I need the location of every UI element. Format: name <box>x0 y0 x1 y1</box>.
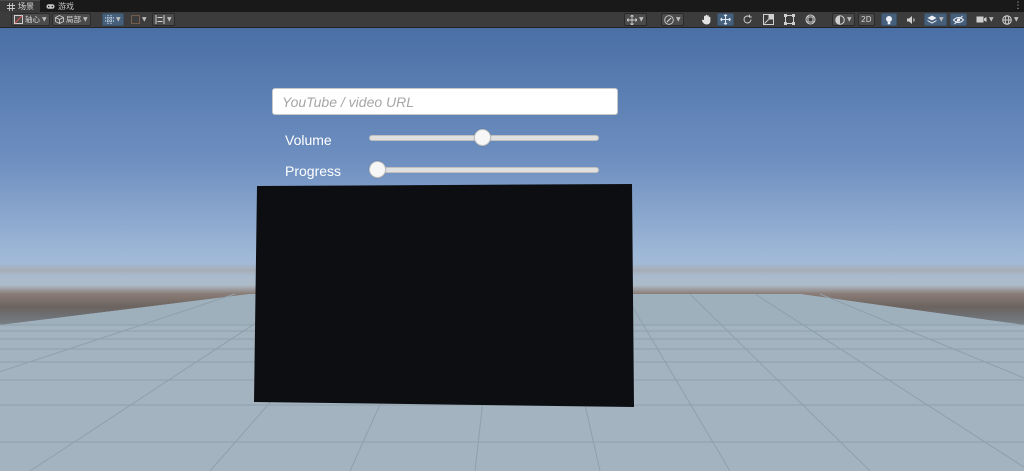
chevron-down-icon: ▼ <box>142 16 147 23</box>
rotate-tool-button[interactable] <box>739 13 756 26</box>
chevron-down-icon: ▼ <box>989 16 994 23</box>
more-options-icon[interactable]: ⋮ <box>1012 0 1024 12</box>
scene-visibility-toggle[interactable] <box>950 13 967 26</box>
chevron-down-icon: ▼ <box>167 16 172 23</box>
chevron-down-icon: ▼ <box>939 16 944 23</box>
chevron-down-icon: ▼ <box>42 16 47 23</box>
increment-snap-button[interactable]: ▼ <box>128 13 150 26</box>
transform-icon <box>805 14 816 25</box>
video-url-input[interactable]: YouTube / video URL <box>272 88 618 115</box>
scene-toolbar: 轴心 ▼ 局部 ▼ ▼ ▼ ▼ ▼ ▼ ▼ 2D ▼ ▼ ▼ <box>0 12 1024 28</box>
local-dropdown[interactable]: 局部 ▼ <box>52 13 91 26</box>
progress-slider-thumb[interactable] <box>369 161 386 178</box>
grid-snap-icon <box>105 15 114 24</box>
audio-icon <box>907 15 915 24</box>
mode-2d-toggle[interactable]: 2D <box>858 13 875 26</box>
pivot-dropdown[interactable]: 轴心 ▼ <box>11 13 50 26</box>
progress-slider[interactable] <box>369 160 599 180</box>
rect-tool-button[interactable] <box>781 13 798 26</box>
video-url-placeholder: YouTube / video URL <box>282 93 415 110</box>
hand-icon <box>701 14 711 25</box>
compass-icon <box>664 14 674 25</box>
progress-label: Progress <box>285 163 342 179</box>
chevron-down-icon: ▼ <box>1014 16 1019 23</box>
volume-label: Volume <box>285 132 332 148</box>
mode-2d-label: 2D <box>861 15 872 24</box>
snap-increment-icon <box>131 15 140 24</box>
grid-icon <box>6 2 15 11</box>
gamepad-icon <box>46 2 55 10</box>
move-gizmo-dropdown[interactable]: ▼ <box>624 13 647 26</box>
local-label: 局部 <box>66 15 81 24</box>
hand-tool-button[interactable] <box>698 13 715 26</box>
chevron-down-icon: ▼ <box>676 16 681 23</box>
tab-scene-label: 场景 <box>18 2 34 11</box>
eye-slash-icon <box>953 15 964 24</box>
volume-slider[interactable] <box>369 128 599 148</box>
transform-tool-button[interactable] <box>802 13 819 26</box>
scale-tool-button[interactable] <box>760 13 777 26</box>
tab-game-label: 游戏 <box>58 1 74 11</box>
volume-slider-thumb[interactable] <box>473 129 491 146</box>
move-tool-button[interactable] <box>717 13 734 26</box>
align-icon <box>155 15 165 24</box>
chevron-down-icon: ▼ <box>116 16 121 23</box>
tab-game[interactable]: 游戏 <box>40 0 80 12</box>
rotate-icon <box>743 14 752 24</box>
rect-tool-icon <box>784 14 795 25</box>
effects-dropdown[interactable]: ▼ <box>924 13 947 26</box>
pivot-label: 轴心 <box>25 15 40 24</box>
lighting-toggle[interactable] <box>881 13 897 26</box>
cube-icon <box>55 15 64 24</box>
progress-slider-track[interactable] <box>369 167 599 173</box>
move-tool-icon <box>627 14 637 25</box>
chevron-down-icon: ▼ <box>847 16 852 23</box>
view-options-dropdown[interactable]: ▼ <box>661 13 684 26</box>
move-tool-icon <box>720 14 731 25</box>
audio-toggle[interactable] <box>903 13 919 26</box>
camera-icon <box>976 16 987 23</box>
camera-dropdown[interactable]: ▼ <box>973 13 997 26</box>
pivot-icon <box>14 15 23 24</box>
chevron-down-icon: ▼ <box>83 16 88 23</box>
scale-icon <box>763 14 774 25</box>
align-dropdown[interactable]: ▼ <box>152 13 175 26</box>
layers-effects-icon <box>927 15 937 24</box>
shading-sphere-icon <box>835 14 845 25</box>
draw-mode-dropdown[interactable]: ▼ <box>832 13 855 26</box>
tab-bar: 场景 游戏 ⋮ <box>0 0 1024 12</box>
lightbulb-icon <box>886 15 892 24</box>
gizmos-dropdown[interactable]: ▼ <box>999 13 1022 26</box>
scene-viewport[interactable]: YouTube / video URL Volume Progress <box>0 28 1024 471</box>
unity-editor-scene-view: 场景 游戏 ⋮ 轴心 ▼ 局部 ▼ ▼ ▼ ▼ ▼ ▼ ▼ 2D ▼ ▼ ▼ Y… <box>0 0 1024 471</box>
tab-scene[interactable]: 场景 <box>0 0 40 12</box>
globe-icon <box>1002 14 1012 25</box>
grid-snap-toggle[interactable]: ▼ <box>102 13 124 26</box>
chevron-down-icon: ▼ <box>639 16 644 23</box>
